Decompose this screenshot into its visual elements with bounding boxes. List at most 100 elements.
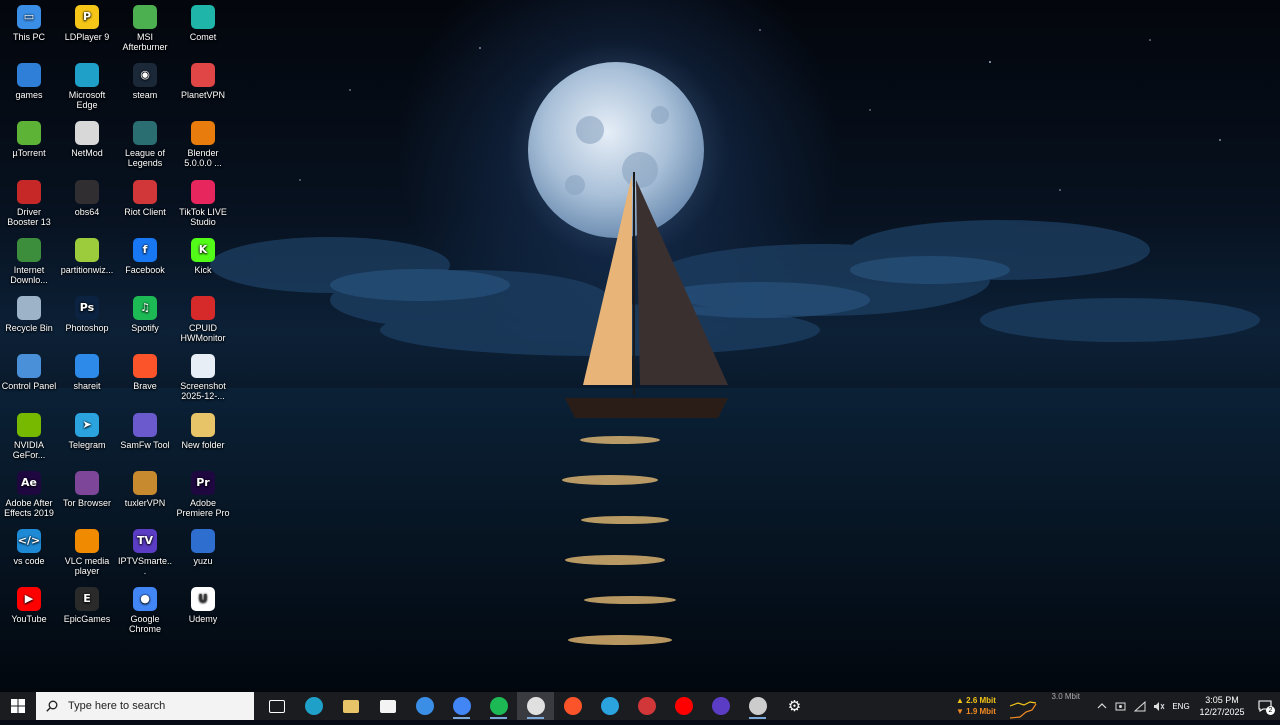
desktop-icon-telegram[interactable]: ➤ Telegram (58, 408, 116, 450)
desktop-icon-msi-afterburner[interactable]: MSI Afterburner (116, 0, 174, 52)
desktop-icon-this-pc[interactable]: ▭ This PC (0, 0, 58, 42)
network-speed-meter[interactable]: ▲ 2.6 Mbit ▼ 1.9 Mbit (956, 695, 1004, 717)
desktop-icon-league[interactable]: League of Legends (116, 116, 174, 168)
desktop-icon-iptv[interactable]: TV IPTVSmarte... (116, 524, 174, 576)
desktop-icon-label: Brave (133, 381, 157, 391)
desktop-icon-label: CPUID HWMonitor (180, 323, 226, 343)
taskbar-app-steam[interactable] (406, 692, 443, 720)
desktop-icon-label: Driver Booster 13 (7, 207, 51, 227)
taskbar-app-spotify[interactable] (480, 692, 517, 720)
desktop-icon-idm[interactable]: Internet Downlo... (0, 233, 58, 285)
desktop-icon-photoshop[interactable]: Ps Photoshop (58, 291, 116, 333)
taskbar-app-telegram[interactable] (591, 692, 628, 720)
desktop-icon-premiere[interactable]: Pr Adobe Premiere Pro (174, 466, 232, 518)
taskbar-app-obs[interactable] (739, 692, 776, 720)
clock[interactable]: 3:05 PM 12/27/2025 (1194, 694, 1250, 718)
taskbar-app-chrome[interactable] (443, 692, 480, 720)
premiere-icon: Pr (191, 471, 215, 495)
desktop-icon-partitionwizard[interactable]: partitionwiz... (58, 233, 116, 275)
desktop-icon-label: partitionwiz... (60, 265, 114, 275)
obs-icon (748, 697, 767, 715)
desktop-icon-spotify[interactable]: ♫ Spotify (116, 291, 174, 333)
desktop-icon-hwmonitor[interactable]: CPUID HWMonitor (174, 291, 232, 343)
desktop-icon-nvidia[interactable]: NVIDIA GeFor... (0, 408, 58, 460)
taskbar-app-task-view[interactable] (258, 692, 295, 720)
desktop-icon-vlc[interactable]: VLC media player (58, 524, 116, 576)
desktop-icon-samfw[interactable]: SamFw Tool (116, 408, 174, 450)
desktop-icon-label: Adobe After Effects 2019 (4, 498, 54, 518)
volume-muted-icon[interactable] (1149, 692, 1168, 720)
start-button[interactable] (0, 692, 36, 720)
desktop-icon-planetvpn[interactable]: PlanetVPN (174, 58, 232, 100)
desktop-icon-control-panel[interactable]: Control Panel (0, 349, 58, 391)
windows-logo-icon (11, 699, 25, 713)
netmod-icon (75, 121, 99, 145)
taskbar-app-riot[interactable] (628, 692, 665, 720)
comet-icon (191, 5, 215, 29)
desktop-icon-label: VLC media player (64, 556, 110, 576)
obs-icon (75, 180, 99, 204)
taskbar-app-youtube[interactable] (665, 692, 702, 720)
desktop-icon-tuxlervpn[interactable]: tuxlerVPN (116, 466, 174, 508)
driverbooster-icon (17, 180, 41, 204)
desktop-icon-tiktok-live[interactable]: TikTok LIVE Studio (174, 175, 232, 227)
desktop-icon-steam[interactable]: ◉ steam (116, 58, 174, 100)
desktop-icon-driver-booster[interactable]: Driver Booster 13 (0, 175, 58, 227)
desktop-icon-new-folder[interactable]: New folder (174, 408, 232, 450)
desktop-icon-label: Adobe Premiere Pro (176, 498, 230, 518)
taskbar-app-edge[interactable] (295, 692, 332, 720)
taskbar: ⚙ ▲ 2.6 Mbit ▼ 1.9 Mbit 3.0 Mbit ENG 3:0… (0, 692, 1280, 720)
desktop-icon-comet[interactable]: Comet (174, 0, 232, 42)
partition-icon (75, 238, 99, 262)
taskbar-search-box[interactable] (36, 692, 254, 720)
spotify-icon (489, 697, 508, 715)
show-hidden-icons-chevron-icon[interactable] (1092, 692, 1111, 720)
iptv-icon (711, 697, 730, 715)
desktop-icon-label: tuxlerVPN (124, 498, 166, 508)
gear-icon: ⚙ (787, 697, 802, 715)
tuxler-icon (133, 471, 157, 495)
desktop-icon-label: Google Chrome (128, 614, 161, 634)
taskbar-app-store[interactable] (369, 692, 406, 720)
wifi-icon[interactable] (1130, 692, 1149, 720)
taskbar-app-chatgpt[interactable] (517, 692, 554, 720)
desktop-icon-label: Spotify (131, 323, 159, 333)
riot-icon (133, 180, 157, 204)
desktop-icon-edge[interactable]: Microsoft Edge (58, 58, 116, 110)
desktop-icon-blender[interactable]: Blender 5.0.0.0 ... (174, 116, 232, 168)
desktop-icon-netmod[interactable]: NetMod (58, 116, 116, 158)
taskbar-app-settings[interactable]: ⚙ (776, 692, 813, 720)
desktop-icon-chrome[interactable]: ● Google Chrome (116, 582, 174, 634)
desktop-icon-obs[interactable]: obs64 (58, 175, 116, 217)
network-graph[interactable]: 3.0 Mbit (1009, 692, 1084, 720)
utorrent-icon (17, 121, 41, 145)
desktop-icon-tor[interactable]: Tor Browser (58, 466, 116, 508)
desktop-icon-facebook[interactable]: f Facebook (116, 233, 174, 275)
meet-now-icon[interactable] (1111, 692, 1130, 720)
desktop-icon-vscode[interactable]: </> vs code (0, 524, 58, 566)
input-language[interactable]: ENG (1168, 702, 1194, 711)
desktop-icon-games[interactable]: games (0, 58, 58, 100)
desktop-icon-ldplayer[interactable]: P LDPlayer 9 (58, 0, 116, 42)
desktop-icon-label: µTorrent (12, 148, 46, 158)
desktop-icon-epic[interactable]: E EpicGames (58, 582, 116, 624)
desktop-icon-youtube[interactable]: ▶ YouTube (0, 582, 58, 624)
taskbar-app-file-explorer[interactable] (332, 692, 369, 720)
desktop-icon-yuzu[interactable]: yuzu (174, 524, 232, 566)
desktop-icon-shareit[interactable]: shareit (58, 349, 116, 391)
desktop-icon-after-effects[interactable]: Ae Adobe After Effects 2019 (0, 466, 58, 518)
taskbar-app-iptv[interactable] (702, 692, 739, 720)
desktop-icon-screenshot[interactable]: Screenshot 2025-12-... (174, 349, 232, 401)
desktop-icon-recycle-bin[interactable]: Recycle Bin (0, 291, 58, 333)
desktop-icon-utorrent[interactable]: µTorrent (0, 116, 58, 158)
desktop-icon-udemy[interactable]: U Udemy (174, 582, 232, 624)
action-center-button[interactable]: 2 (1250, 692, 1280, 720)
desktop-icon-brave[interactable]: Brave (116, 349, 174, 391)
taskbar-app-brave[interactable] (554, 692, 591, 720)
search-input[interactable] (66, 699, 240, 713)
samfw-icon (133, 413, 157, 437)
desktop-icon-riot[interactable]: Riot Client (116, 175, 174, 217)
desktop-icon-label: Blender 5.0.0.0 ... (184, 148, 222, 168)
desktop-icon-label: yuzu (193, 556, 213, 566)
desktop-icon-kick[interactable]: K Kick (174, 233, 232, 275)
